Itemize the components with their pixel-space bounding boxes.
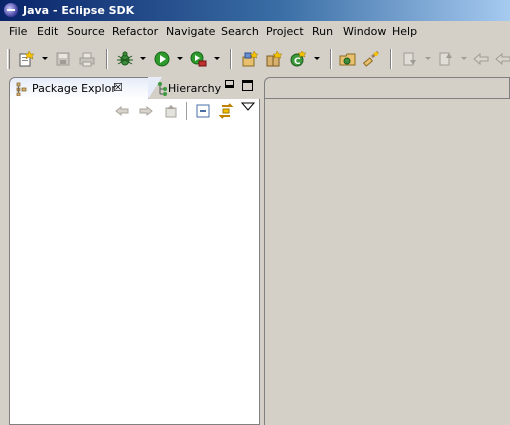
open-type-icon[interactable] [339, 50, 357, 68]
previous-annotation-icon[interactable] [437, 50, 455, 68]
main-toolbar: C [0, 44, 510, 75]
previous-annotation-dropdown[interactable] [461, 57, 467, 60]
minimize-view-button[interactable] [225, 80, 234, 88]
toolbar-separator [330, 49, 332, 69]
menu-source[interactable]: Source [67, 24, 105, 39]
menu-file[interactable]: File [9, 24, 27, 39]
title-bar: Java - Eclipse SDK [0, 0, 510, 21]
tab-package-explorer[interactable]: Package Explor ☒ [9, 77, 162, 99]
menu-run[interactable]: Run [312, 24, 333, 39]
package-explorer-icon [16, 82, 28, 97]
package-explorer-tree[interactable] [9, 123, 260, 425]
toolbar-separator [230, 49, 232, 69]
maximize-view-button[interactable] [242, 80, 253, 91]
run-dropdown[interactable] [177, 57, 183, 60]
package-explorer-view: Package Explor ☒ Hierarchy [9, 77, 260, 425]
new-package-icon[interactable] [265, 50, 283, 68]
menu-bar: File Edit Source Refactor Navigate Searc… [0, 21, 510, 42]
eclipse-app-icon[interactable] [4, 3, 18, 17]
run-icon[interactable] [153, 50, 171, 68]
back-icon[interactable] [472, 50, 490, 68]
editor-content[interactable] [264, 98, 510, 425]
external-tools-icon[interactable] [189, 50, 207, 68]
menu-refactor[interactable]: Refactor [112, 24, 158, 39]
new-class-icon[interactable]: C [289, 50, 307, 68]
view-toolbar [9, 99, 260, 123]
tab-package-explorer-label: Package Explor [32, 82, 116, 95]
new-java-project-icon[interactable] [241, 50, 259, 68]
next-annotation-dropdown[interactable] [425, 57, 431, 60]
toolbar-separator [106, 49, 108, 69]
close-tab-icon[interactable]: ☒ [113, 81, 123, 95]
back-icon[interactable] [114, 103, 130, 119]
new-wizard-icon[interactable] [17, 50, 35, 68]
menu-project[interactable]: Project [266, 24, 304, 39]
external-tools-dropdown[interactable] [214, 57, 220, 60]
menu-window[interactable]: Window [343, 24, 386, 39]
print-icon[interactable] [78, 50, 96, 68]
new-class-dropdown[interactable] [314, 57, 320, 60]
up-icon[interactable] [163, 103, 179, 119]
search-icon[interactable] [362, 50, 380, 68]
tab-hierarchy-label: Hierarchy [168, 82, 222, 95]
menu-navigate[interactable]: Navigate [166, 24, 215, 39]
new-wizard-dropdown[interactable] [42, 57, 48, 60]
forward-icon[interactable] [494, 50, 510, 68]
forward-icon[interactable] [138, 103, 154, 119]
view-menu-icon[interactable] [240, 102, 257, 118]
window-title: Java - Eclipse SDK [23, 4, 135, 17]
menu-edit[interactable]: Edit [37, 24, 58, 39]
svg-text:C: C [294, 57, 301, 67]
tab-hierarchy[interactable]: Hierarchy [157, 78, 227, 99]
link-with-editor-icon[interactable] [218, 103, 234, 119]
editor-tab-strip [264, 77, 510, 99]
debug-icon[interactable] [116, 50, 134, 68]
toolbar-separator [390, 49, 392, 69]
view-toolbar-separator [186, 102, 187, 120]
toolbar-grip[interactable] [7, 49, 10, 69]
next-annotation-icon[interactable] [401, 50, 419, 68]
save-icon[interactable] [54, 50, 72, 68]
editor-area [264, 77, 510, 425]
debug-dropdown[interactable] [140, 57, 146, 60]
menu-help[interactable]: Help [392, 24, 417, 39]
view-tab-strip: Package Explor ☒ Hierarchy [9, 77, 260, 99]
menu-search[interactable]: Search [221, 24, 259, 39]
collapse-all-icon[interactable] [195, 103, 211, 119]
